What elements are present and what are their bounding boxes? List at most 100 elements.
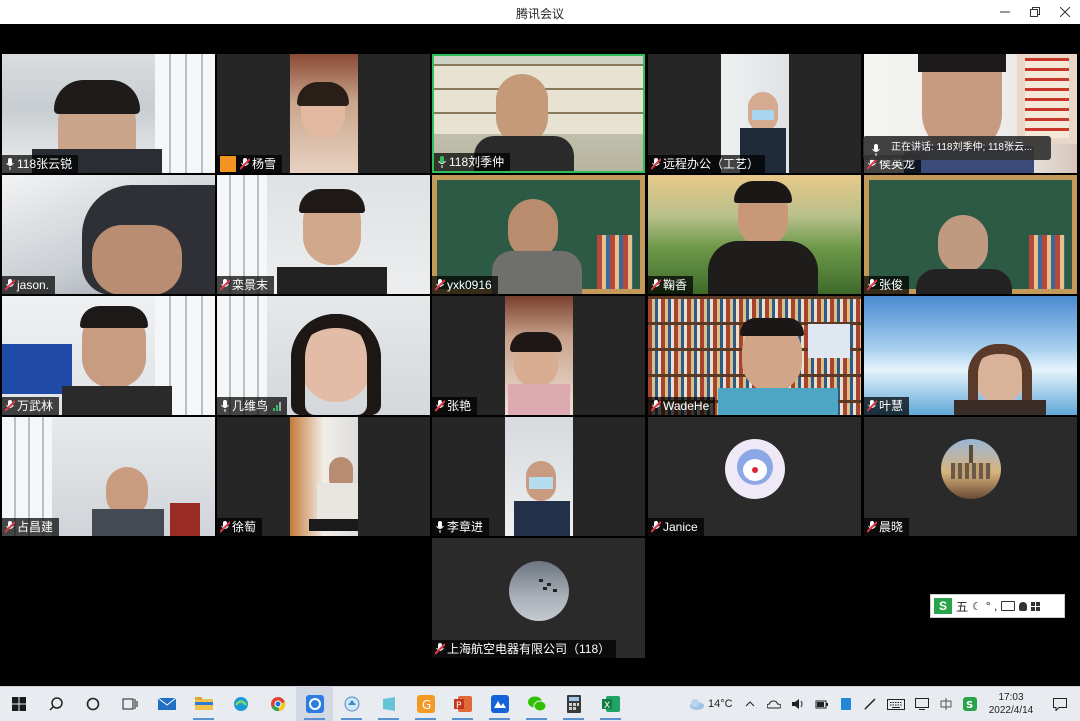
avatar [940, 439, 1001, 500]
media-icon[interactable] [333, 687, 370, 721]
clock[interactable]: 17:03 2022/4/14 [982, 691, 1040, 717]
app-icon[interactable] [481, 687, 518, 721]
restore-button[interactable] [1020, 0, 1050, 24]
mail-icon[interactable] [148, 687, 185, 721]
participant-nameplate: WadeHe [648, 397, 716, 415]
microphone-on-icon [5, 158, 15, 170]
microphone-icon [872, 142, 880, 166]
participant-tile[interactable]: 李章进 [432, 417, 645, 536]
moon-icon[interactable]: ☾ [972, 600, 982, 613]
grid-icon[interactable] [1031, 601, 1041, 611]
participant-name: 栾景末 [232, 278, 269, 292]
avatar [508, 560, 569, 621]
ime-mode-label[interactable]: 五 [956, 598, 968, 615]
cloud-icon [686, 698, 708, 710]
ime-toolbar[interactable]: S 五 ☾ ° , [930, 594, 1065, 618]
microphone-muted-icon [651, 158, 661, 170]
participant-nameplate: 118张云锐 [2, 155, 79, 173]
microphone-active-icon [437, 156, 447, 168]
participant-tile[interactable]: 占昌建 [2, 417, 215, 536]
microphone-muted-icon [435, 643, 445, 655]
close-button[interactable] [1050, 0, 1080, 24]
participant-nameplate: 鞠香 [648, 276, 694, 294]
search-icon[interactable] [37, 687, 74, 721]
speaking-indicator: 正在讲话: 118刘季仲; 118张云... [863, 136, 1051, 160]
close-icon [1060, 7, 1070, 17]
ime-logo-icon: S [934, 598, 952, 614]
svg-text:G: G [422, 698, 431, 712]
microphone-on-icon [435, 521, 445, 533]
keyboard-icon[interactable] [1001, 601, 1016, 611]
system-tray: 14°C S 17:03 2022/4/14 [686, 687, 1080, 721]
participant-tile[interactable]: 上海航空电器有限公司（118） [432, 538, 645, 658]
ime-symbol-label[interactable]: ° , [986, 599, 997, 613]
powerpoint-icon[interactable]: P [444, 687, 481, 721]
participant-tile[interactable]: 栾景末 [217, 175, 430, 294]
svg-text:S: S [966, 700, 973, 711]
participant-tile[interactable]: 张艳 [432, 296, 645, 415]
tencent-meeting-icon[interactable] [296, 687, 333, 721]
microphone-muted-icon [5, 279, 15, 291]
start-icon[interactable] [0, 687, 37, 721]
participant-tile[interactable]: yxk0916 [432, 175, 645, 294]
notification-icon[interactable] [1040, 697, 1080, 711]
image-viewer-icon[interactable]: G [407, 687, 444, 721]
wechat-icon[interactable] [518, 687, 555, 721]
user-icon[interactable] [1019, 601, 1028, 611]
battery-icon[interactable] [810, 698, 834, 710]
participant-name: 远程办公（工艺） [663, 157, 760, 171]
microphone-muted-icon [220, 279, 230, 291]
participant-nameplate: jason. [2, 276, 56, 294]
participant-tile[interactable]: Janice [648, 417, 861, 536]
participant-tile[interactable]: 叶慧 [864, 296, 1077, 415]
participant-tile[interactable]: 118张云锐 [2, 54, 215, 173]
participant-tile[interactable]: 万武林 [2, 296, 215, 415]
weather-temperature[interactable]: 14°C [708, 698, 738, 710]
participant-tile[interactable]: 杨雪 [217, 54, 430, 173]
security-icon[interactable] [834, 697, 858, 711]
participant-tile[interactable]: 徐萄 [217, 417, 430, 536]
participant-tile-speaking[interactable]: 118刘季仲 [432, 54, 645, 173]
participant-name: 上海航空电器有限公司（118） [447, 642, 611, 656]
microphone-muted-icon [240, 158, 250, 170]
clock-date: 2022/4/14 [988, 705, 1034, 716]
participant-name: 叶慧 [879, 399, 904, 413]
participant-tile[interactable]: 张俊 [864, 175, 1077, 294]
edge-icon[interactable] [222, 687, 259, 721]
participant-tile[interactable]: 鞠香 [648, 175, 861, 294]
notes-icon[interactable] [370, 687, 407, 721]
participant-tile[interactable]: 远程办公（工艺） [648, 54, 861, 173]
input-method-icon[interactable] [934, 697, 958, 711]
participant-name: 李章进 [447, 520, 484, 534]
keyboard-icon[interactable] [882, 698, 910, 710]
microphone-on-icon [220, 400, 230, 412]
microphone-muted-icon [651, 279, 661, 291]
excel-icon[interactable]: X [592, 687, 629, 721]
display-icon[interactable] [910, 698, 934, 710]
participant-name: 几维鸟 [232, 399, 269, 413]
participant-tile[interactable]: 晨晓 [864, 417, 1077, 536]
chevron-up-icon[interactable] [738, 701, 762, 707]
file-explorer-icon[interactable] [185, 687, 222, 721]
microphone-muted-icon [435, 400, 445, 412]
microphone-muted-icon [867, 521, 877, 533]
minimize-button[interactable] [990, 0, 1020, 24]
cortana-icon[interactable] [74, 687, 111, 721]
participant-name: 晨晓 [879, 520, 904, 534]
microphone-muted-icon [867, 400, 877, 412]
participant-tile[interactable]: jason. [2, 175, 215, 294]
onedrive-icon[interactable] [762, 699, 786, 709]
participant-tile[interactable]: 几维鸟 [217, 296, 430, 415]
svg-text:P: P [456, 701, 462, 711]
microphone-muted-icon [435, 279, 445, 291]
sogou-ime-icon[interactable]: S [958, 697, 982, 711]
chrome-icon[interactable] [259, 687, 296, 721]
calculator-icon[interactable] [555, 687, 592, 721]
pen-icon[interactable] [858, 697, 882, 711]
participant-name: 占昌建 [17, 520, 54, 534]
participant-tile[interactable]: WadeHe [648, 296, 861, 415]
participant-name: 徐萄 [232, 520, 257, 534]
volume-icon[interactable] [786, 698, 810, 710]
participant-nameplate: 杨雪 [217, 155, 283, 173]
task-view-icon[interactable] [111, 687, 148, 721]
